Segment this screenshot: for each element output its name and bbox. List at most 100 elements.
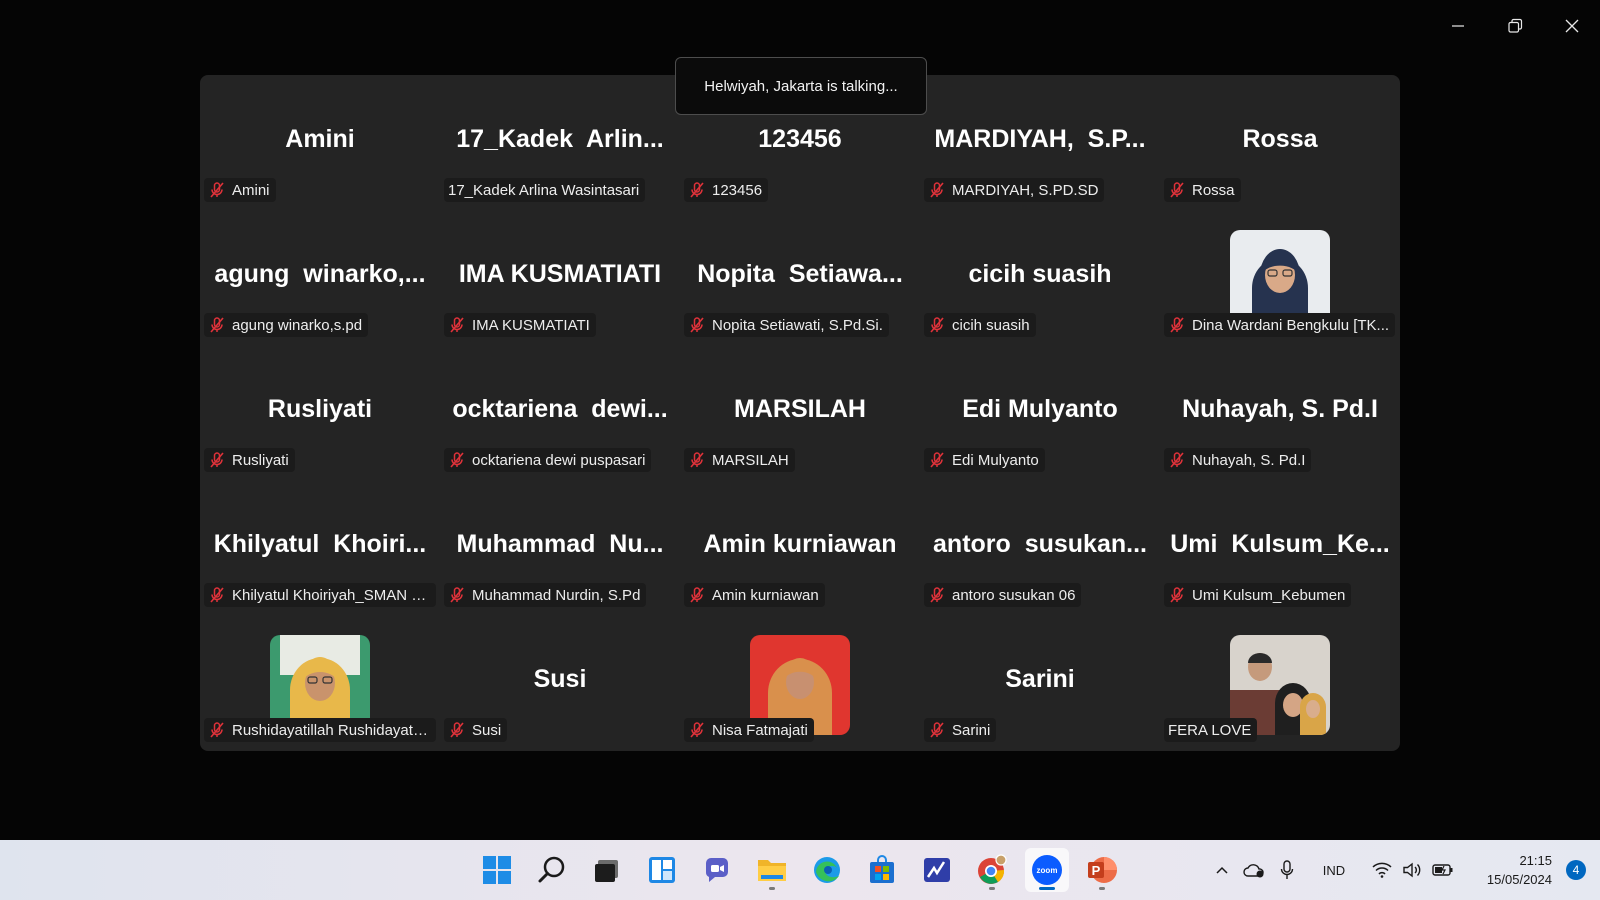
participant-display-name: Nuhayah, S. Pd.I — [1182, 395, 1378, 423]
chat-button[interactable] — [695, 848, 739, 892]
participant-label-text: Rusliyati — [232, 451, 289, 469]
powerpoint-button[interactable]: P — [1080, 848, 1124, 892]
mic-muted-icon — [210, 722, 224, 738]
participant-label-text: Nopita Setiawati, S.Pd.Si. — [712, 316, 883, 334]
participant-label-text: Rossa — [1192, 181, 1235, 199]
participant-tile[interactable]: agung winarko,... agung winarko,s.pd — [200, 210, 440, 345]
show-hidden-icons-button[interactable] — [1211, 840, 1233, 900]
participant-tile[interactable]: Rusliyati Rusliyati — [200, 345, 440, 480]
start-button[interactable] — [475, 848, 519, 892]
participant-label-text: FERA LOVE — [1168, 721, 1252, 739]
task-view-button[interactable] — [585, 848, 629, 892]
windows-start-icon — [483, 856, 511, 884]
mic-muted-icon — [930, 722, 944, 738]
task-view-icon — [595, 860, 618, 882]
mic-muted-icon — [690, 182, 704, 198]
participant-label-text: Amini — [232, 181, 270, 199]
participant-display-name: agung winarko,... — [214, 260, 426, 288]
mic-muted-icon — [930, 317, 944, 333]
microphone-tray-button[interactable] — [1276, 840, 1298, 900]
participant-label-text: 123456 — [712, 181, 763, 199]
participant-tile[interactable]: Amini Amini — [200, 75, 440, 210]
widgets-button[interactable] — [640, 848, 684, 892]
participant-name-label: Khilyatul Khoiriyah_SMAN 3 ... — [204, 583, 436, 607]
participant-display-name: Muhammad Nu... — [456, 530, 664, 558]
participant-name-label: Umi Kulsum_Kebumen — [1164, 583, 1352, 607]
participant-tile[interactable]: IMA KUSMATIATI IMA KUSMATIATI — [440, 210, 680, 345]
mic-muted-icon — [450, 722, 464, 738]
participant-tile[interactable]: Susi Susi — [440, 615, 680, 750]
participant-tile[interactable]: MARSILAH MARSILAH — [680, 345, 920, 480]
zoom-icon-label: zoom — [1037, 866, 1058, 875]
participant-name-label: Dina Wardani Bengkulu [TK... — [1164, 313, 1396, 337]
store-icon — [870, 855, 894, 883]
participant-tile[interactable]: Sarini Sarini — [920, 615, 1160, 750]
volume-tray-button[interactable] — [1400, 840, 1424, 900]
onedrive-tray-button[interactable] — [1240, 840, 1268, 900]
mic-muted-icon — [450, 452, 464, 468]
participant-tile[interactable]: cicih suasih cicih suasih — [920, 210, 1160, 345]
participant-label-text: antoro susukan 06 — [952, 586, 1076, 604]
battery-charging-icon — [1432, 864, 1453, 876]
participant-name-label: 17_Kadek Arlina Wasintasari — [444, 178, 646, 202]
input-language[interactable]: IND — [1312, 840, 1356, 900]
participant-label-text: MARDIYAH, S.PD.SD — [952, 181, 1099, 199]
zoom-meeting-window: Helwiyah, Jakarta is talking... Amini Ami… — [0, 0, 1600, 840]
taskbar-clock[interactable]: 21:15 15/05/2024 — [1487, 851, 1552, 889]
participant-name-label: agung winarko,s.pd — [204, 313, 369, 337]
participant-name-label: Nisa Fatmajati — [684, 718, 814, 742]
mic-muted-icon — [690, 587, 704, 603]
mic-muted-icon — [450, 587, 464, 603]
restore-icon — [1507, 18, 1522, 33]
participant-display-name: Nopita Setiawa... — [697, 260, 903, 288]
zoom-icon: zoom — [1032, 855, 1062, 885]
participant-name-label: cicih suasih — [924, 313, 1036, 337]
minimize-button[interactable] — [1429, 0, 1486, 52]
chrome-button[interactable] — [970, 848, 1014, 892]
participant-tile[interactable]: Nisa Fatmajati — [680, 615, 920, 750]
participant-tile[interactable]: Amin kurniawan Amin kurniawan — [680, 480, 920, 615]
participant-tile[interactable]: 17_Kadek Arlin... 17_Kadek Arlina Wasinta… — [440, 75, 680, 210]
participant-display-name: 123456 — [758, 125, 842, 153]
mic-muted-icon — [930, 587, 944, 603]
whiteboard-button[interactable] — [915, 848, 959, 892]
search-button[interactable] — [530, 848, 574, 892]
mic-muted-icon — [930, 182, 944, 198]
participant-tile[interactable]: FERA LOVE — [1160, 615, 1400, 750]
participant-name-label: MARDIYAH, S.PD.SD — [924, 178, 1105, 202]
file-explorer-button[interactable] — [750, 848, 794, 892]
participant-label-text: IMA KUSMATIATI — [472, 316, 590, 334]
participant-tile[interactable]: MARDIYAH, S.P... MARDIYAH, S.PD.SD — [920, 75, 1160, 210]
participant-tile[interactable]: antoro susukan... antoro susukan 06 — [920, 480, 1160, 615]
mic-muted-icon — [690, 317, 704, 333]
mic-muted-icon — [210, 452, 224, 468]
edge-button[interactable] — [805, 848, 849, 892]
participant-tile[interactable]: Rossa Rossa — [1160, 75, 1400, 210]
participant-tile[interactable]: Edi Mulyanto Edi Mulyanto — [920, 345, 1160, 480]
participant-display-name: ocktariena dewi... — [452, 395, 668, 423]
mic-muted-icon — [1170, 182, 1184, 198]
participant-display-name: Khilyatul Khoiri... — [213, 530, 427, 558]
battery-tray-button[interactable] — [1430, 840, 1456, 900]
restore-button[interactable] — [1486, 0, 1543, 52]
mic-muted-icon — [1170, 587, 1184, 603]
wifi-tray-button[interactable] — [1370, 840, 1394, 900]
participant-tile[interactable]: Dina Wardani Bengkulu [TK... — [1160, 210, 1400, 345]
participant-tile[interactable]: Muhammad Nu... Muhammad Nurdin, S.Pd — [440, 480, 680, 615]
store-button[interactable] — [860, 848, 904, 892]
notification-badge[interactable]: 4 — [1566, 860, 1586, 880]
participant-tile[interactable]: Nopita Setiawa... Nopita Setiawati, S.Pd.… — [680, 210, 920, 345]
participant-label-text: ocktariena dewi puspasari — [472, 451, 646, 469]
zoom-button[interactable]: zoom — [1025, 848, 1069, 892]
participant-tile[interactable]: Khilyatul Khoiri... Khilyatul Khoiriyah_S… — [200, 480, 440, 615]
participant-tile[interactable]: Umi Kulsum_Ke... Umi Kulsum_Kebumen — [1160, 480, 1400, 615]
close-button[interactable] — [1543, 0, 1600, 52]
mic-muted-icon — [930, 452, 944, 468]
windows-taskbar: zoom P IND 21:15 15/05/2024 4 — [0, 840, 1600, 900]
participant-label-text: Susi — [472, 721, 502, 739]
participant-tile[interactable]: Rushidayatillah Rushidayatil... — [200, 615, 440, 750]
participant-tile[interactable]: ocktariena dewi... ocktariena dewi puspas… — [440, 345, 680, 480]
participant-label-text: Amin kurniawan — [712, 586, 819, 604]
participant-tile[interactable]: Nuhayah, S. Pd.I Nuhayah, S. Pd.I — [1160, 345, 1400, 480]
participant-name-label: Rushidayatillah Rushidayatil... — [204, 718, 436, 742]
